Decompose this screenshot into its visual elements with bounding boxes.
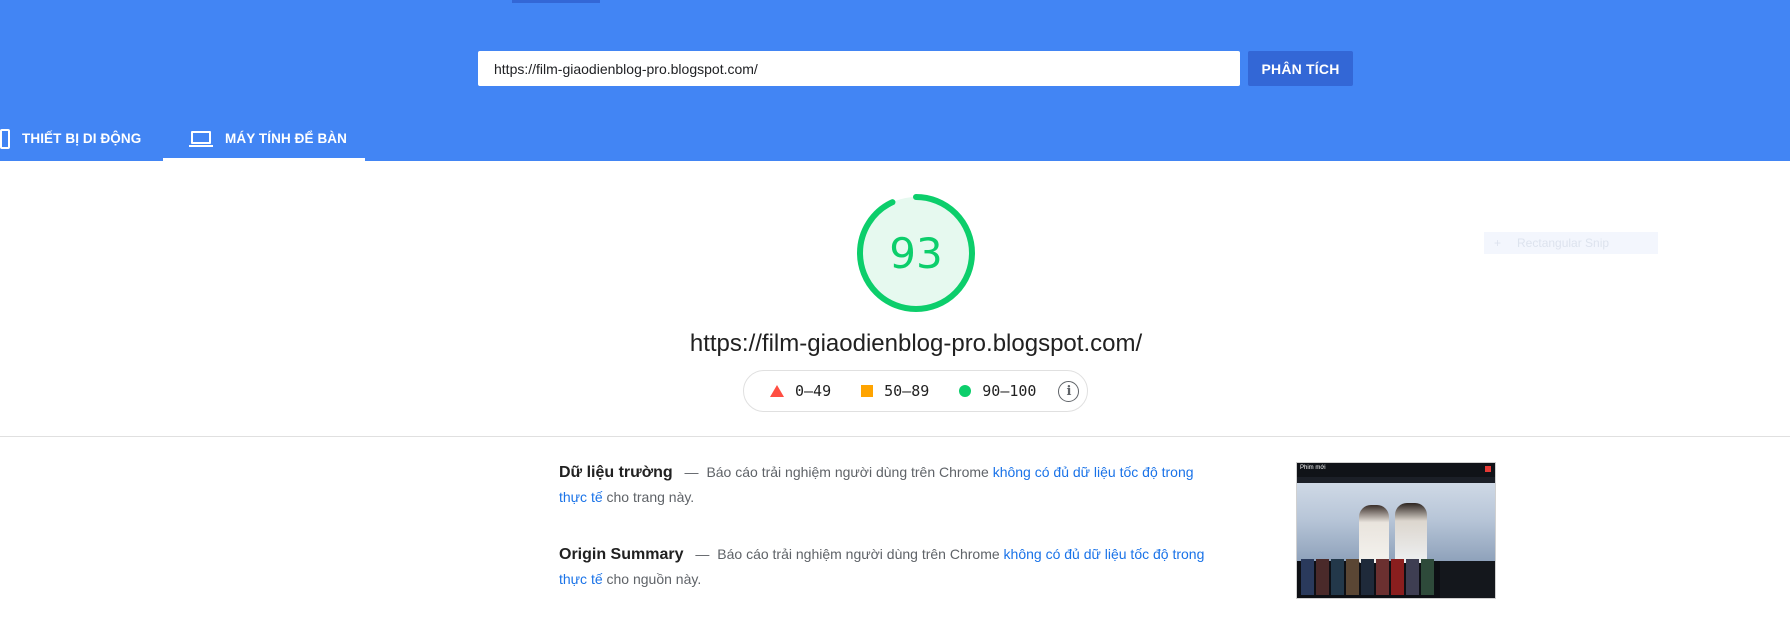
tab-mobile-label: THIẾT BỊ DI ĐỘNG xyxy=(22,131,142,146)
origin-summary-text: Báo cáo trải nghiệm người dùng trên Chro… xyxy=(717,546,1004,562)
origin-summary-section: Origin Summary — Báo cáo trải nghiệm ngư… xyxy=(559,542,1219,592)
thumbnail-poster xyxy=(1361,559,1374,595)
thumbnail-poster xyxy=(1346,559,1359,595)
legend-item-pass: 90–100 xyxy=(959,382,1036,400)
thumbnail-hero-image xyxy=(1297,483,1495,563)
header-bar: PHÂN TÍCH THIẾT BỊ DI ĐỘNG MÁY TÍNH ĐỂ B… xyxy=(0,0,1790,161)
thumbnail-poster xyxy=(1421,559,1434,595)
square-icon xyxy=(861,385,874,397)
legend-range-fail: 0–49 xyxy=(795,382,832,400)
field-data-text: Báo cáo trải nghiệm người dùng trên Chro… xyxy=(706,464,993,480)
analyzed-url: https://film-giaodienblog-pro.blogspot.c… xyxy=(689,330,1143,357)
score-legend: 0–49 50–89 90–100 i xyxy=(743,370,1088,412)
thumbnail-sidebar xyxy=(1440,561,1495,598)
legend-range-average: 50–89 xyxy=(884,382,930,400)
thumbnail-logo: Phim mới xyxy=(1300,465,1326,471)
origin-summary-dash: — xyxy=(695,546,710,562)
performance-score: 93 xyxy=(889,228,943,278)
analyze-button[interactable]: PHÂN TÍCH xyxy=(1248,51,1353,86)
thumbnail-navbar: Phim mới xyxy=(1297,463,1495,477)
field-data-section: Dữ liệu trường — Báo cáo trải nghiệm ngư… xyxy=(559,460,1219,510)
field-data-dash: — xyxy=(684,464,699,480)
thumbnail-poster xyxy=(1391,559,1404,595)
thumbnail-poster xyxy=(1316,559,1329,595)
section-divider xyxy=(0,436,1790,437)
thumbnail-poster xyxy=(1406,559,1419,595)
page-screenshot-thumbnail: Phim mới xyxy=(1296,462,1496,599)
laptop-icon xyxy=(189,130,213,147)
tab-desktop[interactable]: MÁY TÍNH ĐỂ BÀN xyxy=(163,116,365,161)
legend-item-fail: 0–49 xyxy=(770,382,831,400)
thumbnail-search-icon xyxy=(1485,466,1491,472)
rectangular-snip-overlay[interactable]: + Rectangular Snip xyxy=(1484,232,1658,254)
thumbnail-poster xyxy=(1331,559,1344,595)
tab-mobile[interactable]: THIẾT BỊ DI ĐỘNG xyxy=(0,116,148,161)
snip-label: Rectangular Snip xyxy=(1517,236,1610,250)
legend-item-average: 50–89 xyxy=(861,382,929,400)
top-indicator xyxy=(512,0,600,3)
field-data-text-after: cho trang này. xyxy=(602,489,695,505)
tab-desktop-label: MÁY TÍNH ĐỂ BÀN xyxy=(225,131,348,146)
plus-icon: + xyxy=(1494,236,1502,250)
origin-summary-title: Origin Summary xyxy=(559,546,684,563)
info-icon[interactable]: i xyxy=(1058,380,1080,402)
thumbnail-figure xyxy=(1359,505,1389,563)
triangle-icon xyxy=(770,385,784,397)
phone-icon xyxy=(0,128,10,149)
circle-icon xyxy=(959,385,972,397)
origin-summary-text-after: cho nguồn này. xyxy=(602,571,702,587)
thumbnail-poster xyxy=(1301,559,1314,595)
url-input[interactable] xyxy=(478,51,1240,86)
thumbnail-poster xyxy=(1376,559,1389,595)
thumbnail-figure xyxy=(1395,503,1427,563)
legend-range-pass: 90–100 xyxy=(982,382,1037,400)
field-data-title: Dữ liệu trường xyxy=(559,464,673,481)
active-tab-indicator xyxy=(163,158,365,161)
